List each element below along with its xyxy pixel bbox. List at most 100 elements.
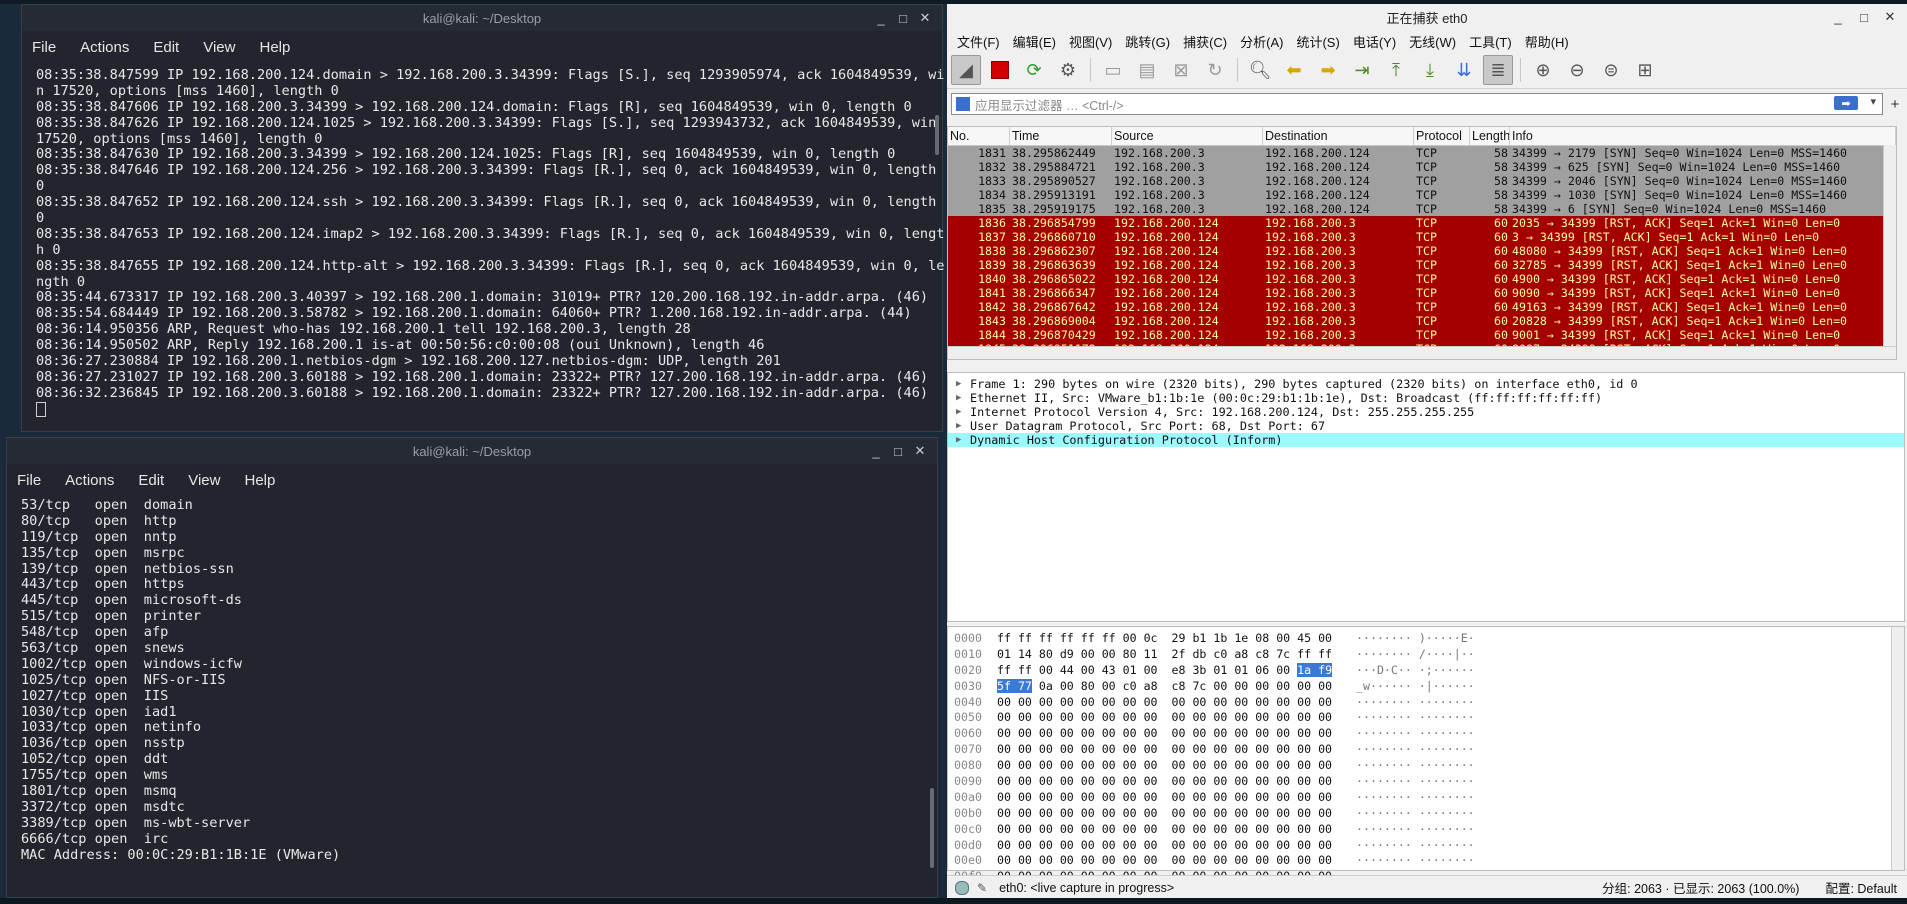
restart-capture-icon[interactable]: ⟳	[1019, 55, 1049, 85]
minimize-icon[interactable]: _	[870, 5, 892, 31]
terminal-output[interactable]: 08:35:38.847599 IP 192.168.200.124.domai…	[22, 63, 944, 418]
menu-edit[interactable]: Edit	[138, 472, 164, 489]
go-forward-icon[interactable]: ➡	[1313, 55, 1343, 85]
menu-go[interactable]: 跳转(G)	[1125, 32, 1170, 51]
resize-columns-icon[interactable]: ⊞	[1630, 55, 1660, 85]
zoom-in-icon[interactable]: ⊕	[1528, 55, 1558, 85]
menu-help[interactable]: 帮助(H)	[1525, 32, 1569, 51]
menu-actions[interactable]: Actions	[65, 472, 114, 489]
packet-row[interactable]: 1834 38.295913191 192.168.200.3 192.168.200…	[948, 188, 1896, 202]
detail-tree-item[interactable]: ▶ Frame 1: 290 bytes on wire (2320 bits),…	[948, 377, 1904, 391]
menu-analyze[interactable]: 分析(A)	[1240, 32, 1283, 51]
menu-edit[interactable]: Edit	[153, 39, 179, 56]
expand-triangle-icon[interactable]: ▶	[956, 405, 961, 419]
close-file-icon[interactable]: ⊠	[1166, 55, 1196, 85]
menu-file[interactable]: 文件(F)	[957, 32, 1000, 51]
packet-list-hscroll[interactable]	[948, 346, 1896, 359]
go-back-icon[interactable]: ⬅	[1279, 55, 1309, 85]
column-header-protocol[interactable]: Protocol	[1414, 127, 1470, 145]
packet-list[interactable]: No. Time Source Destination Protocol Len…	[947, 126, 1897, 360]
menu-view[interactable]: 视图(V)	[1069, 32, 1112, 51]
menu-wireless[interactable]: 无线(W)	[1409, 32, 1456, 51]
minimize-icon[interactable]: _	[1825, 4, 1851, 30]
save-file-icon[interactable]: ▤	[1132, 55, 1162, 85]
packet-row[interactable]: 1840 38.296865022 192.168.200.124 192.168.2…	[948, 272, 1896, 286]
detail-tree-item[interactable]: ▶ Ethernet II, Src: VMware_b1:1b:1e (00:0…	[948, 391, 1904, 405]
status-profile[interactable]: 配置: Default	[1825, 878, 1897, 897]
add-filter-button[interactable]: +	[1887, 96, 1903, 113]
packet-row[interactable]: 1844 38.296870429 192.168.200.124 192.168.2…	[948, 328, 1896, 342]
minimize-icon[interactable]: _	[865, 438, 887, 464]
menu-view[interactable]: View	[188, 472, 220, 489]
colorize-icon[interactable]: ≣	[1483, 55, 1513, 85]
go-last-packet-icon[interactable]: ⤓	[1415, 55, 1445, 85]
menu-actions[interactable]: Actions	[80, 39, 129, 56]
go-first-packet-icon[interactable]: ⤒	[1381, 55, 1411, 85]
bookmark-icon[interactable]	[956, 97, 970, 111]
packet-list-vscroll[interactable]	[1883, 145, 1896, 347]
column-header-no[interactable]: No.	[948, 127, 1010, 145]
capture-options-gear-icon[interactable]: ⚙	[1053, 55, 1083, 85]
comment-icon[interactable]: ✎	[977, 881, 987, 895]
column-header-info[interactable]: Info	[1510, 127, 1896, 145]
packet-row[interactable]: 1839 38.296863639 192.168.200.124 192.168.2…	[948, 258, 1896, 272]
find-packet-icon[interactable]: 🔍︎	[1245, 55, 1275, 85]
menu-file[interactable]: File	[32, 39, 56, 56]
maximize-icon[interactable]: □	[887, 438, 909, 464]
maximize-icon[interactable]: □	[1851, 4, 1877, 30]
column-header-time[interactable]: Time	[1010, 127, 1112, 145]
close-icon[interactable]: ✕	[1877, 4, 1903, 30]
packet-row[interactable]: 1837 38.296860710 192.168.200.124 192.168.2…	[948, 230, 1896, 244]
expert-info-icon[interactable]	[955, 880, 969, 895]
menu-view[interactable]: View	[203, 39, 235, 56]
packet-row[interactable]: 1843 38.296869004 192.168.200.124 192.168.2…	[948, 314, 1896, 328]
expand-triangle-icon[interactable]: ▶	[956, 433, 961, 447]
bytes-vscroll[interactable]	[1891, 627, 1904, 870]
menu-file[interactable]: File	[17, 472, 41, 489]
expand-triangle-icon[interactable]: ▶	[956, 419, 961, 433]
packet-bytes[interactable]: 0000 ff ff ff ff ff ff 00 0c 29 b1 1b 1e …	[947, 626, 1905, 899]
terminal-output[interactable]: 53/tcp open domain 80/tcp open http 119/tc…	[7, 496, 937, 863]
terminal-scrollbar[interactable]	[930, 788, 934, 868]
packet-row[interactable]: 1836 38.296854799 192.168.200.124 192.168.2…	[948, 216, 1896, 230]
menu-capture[interactable]: 捕获(C)	[1183, 32, 1227, 51]
packet-row[interactable]: 1838 38.296862307 192.168.200.124 192.168.2…	[948, 244, 1896, 258]
detail-tree-item[interactable]: ▶ User Datagram Protocol, Src Port: 68, D…	[948, 419, 1904, 433]
menu-help[interactable]: Help	[259, 39, 290, 56]
chevron-down-icon[interactable]: ▾	[1870, 95, 1876, 108]
packet-row[interactable]: 1832 38.295884721 192.168.200.3 192.168.200…	[948, 160, 1896, 174]
apply-filter-arrow-icon[interactable]: ➡	[1834, 96, 1858, 110]
packet-row[interactable]: 1835 38.295919175 192.168.200.3 192.168.200…	[948, 202, 1896, 216]
shark-fin-start-icon[interactable]: ◢	[951, 55, 981, 85]
packet-row[interactable]: 1842 38.296867642 192.168.200.124 192.168.2…	[948, 300, 1896, 314]
column-header-length[interactable]: Length	[1470, 127, 1510, 145]
terminal-title-bar[interactable]: kali@kali: ~/Desktop _ □ ✕	[22, 5, 942, 31]
close-icon[interactable]: ✕	[909, 438, 931, 464]
menu-edit[interactable]: 编辑(E)	[1013, 32, 1056, 51]
open-file-icon[interactable]: ▭	[1098, 55, 1128, 85]
menu-statistics[interactable]: 统计(S)	[1296, 32, 1339, 51]
expand-triangle-icon[interactable]: ▶	[956, 391, 961, 405]
detail-tree-item[interactable]: ▶ Dynamic Host Configuration Protocol (In…	[948, 433, 1904, 447]
close-icon[interactable]: ✕	[914, 5, 936, 31]
auto-scroll-icon[interactable]: ⇊	[1449, 55, 1479, 85]
expand-triangle-icon[interactable]: ▶	[956, 377, 961, 391]
display-filter-input[interactable]: 应用显示过滤器 … <Ctrl-/> ➡ ▾	[951, 93, 1883, 115]
detail-tree-item[interactable]: ▶ Internet Protocol Version 4, Src: 192.1…	[948, 405, 1904, 419]
maximize-icon[interactable]: □	[892, 5, 914, 31]
packet-row[interactable]: 1831 38.295862449 192.168.200.3 192.168.200…	[948, 146, 1896, 160]
packet-row[interactable]: 1841 38.296866347 192.168.200.124 192.168.2…	[948, 286, 1896, 300]
column-header-source[interactable]: Source	[1112, 127, 1263, 145]
column-header-destination[interactable]: Destination	[1263, 127, 1414, 145]
terminal-scrollbar[interactable]	[935, 115, 939, 155]
zoom-reset-icon[interactable]: ⊜	[1596, 55, 1626, 85]
menu-telephony[interactable]: 电话(Y)	[1353, 32, 1396, 51]
menu-tools[interactable]: 工具(T)	[1469, 32, 1512, 51]
zoom-out-icon[interactable]: ⊖	[1562, 55, 1592, 85]
menu-help[interactable]: Help	[244, 472, 275, 489]
stop-capture-icon[interactable]	[985, 55, 1015, 85]
wireshark-title-bar[interactable]: 正在捕获 eth0 _ □ ✕	[947, 4, 1907, 30]
go-to-packet-icon[interactable]: ⇥	[1347, 55, 1377, 85]
reload-file-icon[interactable]: ↻	[1200, 55, 1230, 85]
packet-row[interactable]: 1833 38.295890527 192.168.200.3 192.168.200…	[948, 174, 1896, 188]
